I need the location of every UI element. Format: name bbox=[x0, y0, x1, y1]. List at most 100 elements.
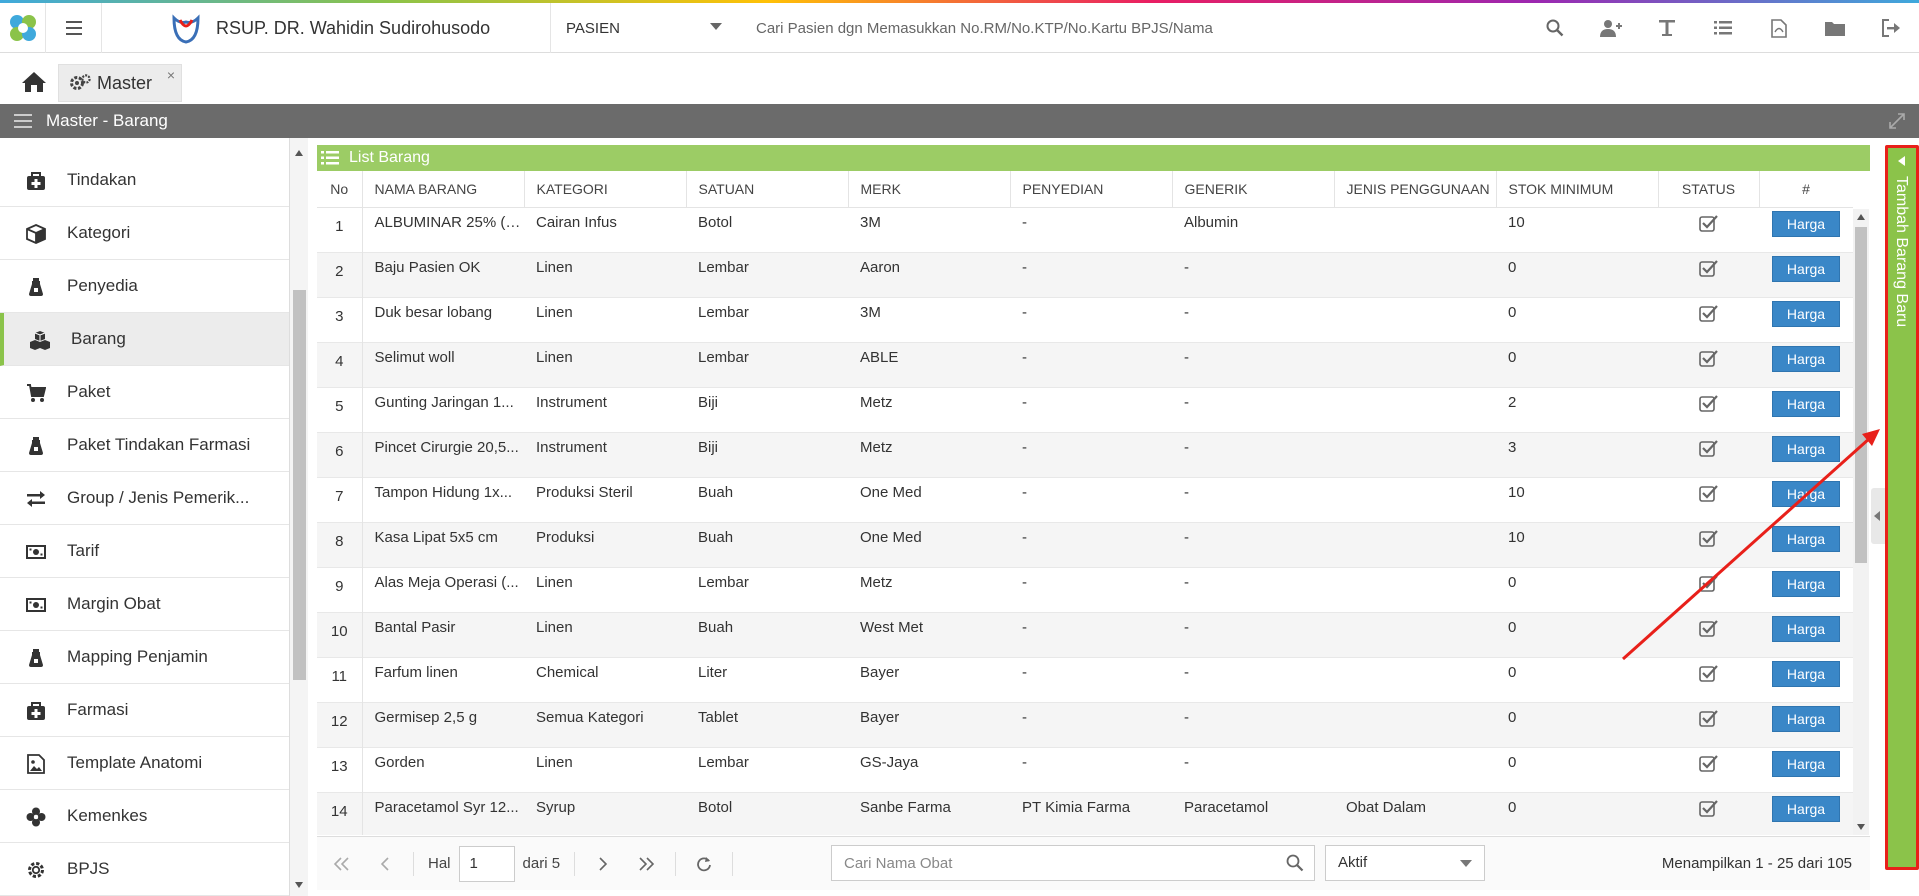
checkbox-checked-icon[interactable] bbox=[1698, 259, 1719, 281]
table-row[interactable]: 14 Paracetamol Syr 12... Syrup Botol Sanbe F… bbox=[317, 792, 1853, 835]
scroll-up-icon[interactable] bbox=[1857, 214, 1865, 220]
hamburger-icon[interactable] bbox=[14, 114, 32, 128]
list-button[interactable] bbox=[1695, 3, 1751, 53]
search-button[interactable] bbox=[1527, 3, 1583, 53]
sidebar-item-kategori[interactable]: Kategori bbox=[0, 207, 289, 260]
table-row[interactable]: 3 Duk besar lobang Linen Lembar 3M - - 0 Harga bbox=[317, 297, 1853, 342]
sidebar-item-paket[interactable]: Paket bbox=[0, 366, 289, 419]
last-page-button[interactable] bbox=[625, 844, 669, 884]
checkbox-checked-icon[interactable] bbox=[1698, 484, 1719, 506]
table-row[interactable]: 4 Selimut woll Linen Lembar ABLE - - 0 Harga bbox=[317, 342, 1853, 387]
menu-toggle-button[interactable] bbox=[46, 3, 102, 53]
sidebar-item-kemenkes[interactable]: Kemenkes bbox=[0, 790, 289, 843]
page-number-input[interactable] bbox=[458, 845, 515, 882]
sidebar-item-tarif[interactable]: Tarif bbox=[0, 525, 289, 578]
search-icon[interactable] bbox=[1286, 854, 1304, 872]
checkbox-checked-icon[interactable] bbox=[1698, 799, 1719, 821]
harga-button[interactable]: Harga bbox=[1772, 345, 1840, 372]
checkbox-checked-icon[interactable] bbox=[1698, 349, 1719, 371]
table-row[interactable]: 6 Pincet Cirurgie 20,5... Instrument Biji Me… bbox=[317, 432, 1853, 477]
sidebar-item-tindakan[interactable]: Tindakan bbox=[0, 154, 289, 207]
home-tab[interactable] bbox=[14, 66, 54, 98]
scroll-down-icon[interactable] bbox=[295, 882, 303, 888]
harga-button[interactable]: Harga bbox=[1772, 795, 1840, 822]
column-header[interactable]: SATUAN bbox=[686, 171, 849, 208]
module-select[interactable]: PASIEN bbox=[552, 3, 734, 53]
folder-button[interactable] bbox=[1807, 3, 1863, 53]
next-page-button[interactable] bbox=[581, 844, 625, 884]
column-header[interactable]: No bbox=[317, 171, 363, 208]
checkbox-checked-icon[interactable] bbox=[1698, 664, 1719, 686]
logout-button[interactable] bbox=[1863, 3, 1919, 53]
table-row[interactable]: 13 Gorden Linen Lembar GS-Jaya - - 0 Harga bbox=[317, 747, 1853, 792]
tab-master[interactable]: Master × bbox=[58, 64, 182, 102]
sidebar-item-margin-obat[interactable]: Margin Obat bbox=[0, 578, 289, 631]
column-header[interactable]: MERK bbox=[848, 171, 1011, 208]
harga-button[interactable]: Harga bbox=[1772, 750, 1840, 777]
table-scrollbar[interactable] bbox=[1853, 209, 1869, 835]
checkbox-checked-icon[interactable] bbox=[1698, 574, 1719, 596]
harga-button[interactable]: Harga bbox=[1772, 390, 1840, 417]
harga-button[interactable]: Harga bbox=[1772, 210, 1840, 237]
checkbox-checked-icon[interactable] bbox=[1698, 754, 1719, 776]
checkbox-checked-icon[interactable] bbox=[1698, 619, 1719, 641]
table-row[interactable]: 11 Farfum linen Chemical Liter Bayer - - 0 Harga bbox=[317, 657, 1853, 702]
sidebar-scrollbar[interactable] bbox=[290, 138, 308, 896]
checkbox-checked-icon[interactable] bbox=[1698, 304, 1719, 326]
collapse-panel-handle[interactable] bbox=[1871, 488, 1885, 544]
sidebar-item-template-anatomi[interactable]: Template Anatomi bbox=[0, 737, 289, 790]
sidebar-item-farmasi[interactable]: Farmasi bbox=[0, 684, 289, 737]
table-row[interactable]: 1 ALBUMINAR 25% (A... Cairan Infus Botol 3M -… bbox=[317, 207, 1853, 252]
first-page-button[interactable] bbox=[319, 844, 363, 884]
pdf-button[interactable] bbox=[1751, 3, 1807, 53]
checkbox-checked-icon[interactable] bbox=[1698, 709, 1719, 731]
checkbox-checked-icon[interactable] bbox=[1698, 439, 1719, 461]
harga-button[interactable]: Harga bbox=[1772, 480, 1840, 507]
table-row[interactable]: 12 Germisep 2,5 g Semua Kategori Tablet Baye… bbox=[317, 702, 1853, 747]
column-header[interactable]: STATUS bbox=[1658, 171, 1760, 208]
sidebar-item-mapping-penjamin[interactable]: Mapping Penjamin bbox=[0, 631, 289, 684]
checkbox-checked-icon[interactable] bbox=[1698, 529, 1719, 551]
table-row[interactable]: 5 Gunting Jaringan 1... Instrument Biji Metz… bbox=[317, 387, 1853, 432]
search-obat-input[interactable] bbox=[832, 846, 1272, 880]
harga-button[interactable]: Harga bbox=[1772, 300, 1840, 327]
prev-page-button[interactable] bbox=[363, 844, 407, 884]
expand-icon[interactable] bbox=[1889, 113, 1905, 129]
add-user-button[interactable] bbox=[1583, 3, 1639, 53]
scroll-down-icon[interactable] bbox=[1857, 824, 1865, 830]
column-header[interactable]: JENIS PENGGUNAAN bbox=[1334, 171, 1497, 208]
app-logo[interactable] bbox=[0, 3, 46, 53]
sidebar-item-paket-tindakan-farmasi[interactable]: Paket Tindakan Farmasi bbox=[0, 419, 289, 472]
column-header[interactable]: NAMA BARANG bbox=[362, 171, 525, 208]
harga-button[interactable]: Harga bbox=[1772, 435, 1840, 462]
status-filter-select[interactable]: Aktif bbox=[1325, 845, 1485, 881]
harga-button[interactable]: Harga bbox=[1772, 615, 1840, 642]
table-row[interactable]: 10 Bantal Pasir Linen Buah West Met - - 0 Harga bbox=[317, 612, 1853, 657]
table-row[interactable]: 9 Alas Meja Operasi (... Linen Lembar Metz - -… bbox=[317, 567, 1853, 612]
refresh-button[interactable] bbox=[682, 844, 726, 884]
scroll-up-icon[interactable] bbox=[295, 150, 303, 156]
scroll-thumb[interactable] bbox=[1855, 227, 1867, 563]
add-barang-panel-toggle[interactable]: Tambah Barang Baru bbox=[1885, 145, 1919, 870]
text-button[interactable] bbox=[1639, 3, 1695, 53]
harga-button[interactable]: Harga bbox=[1772, 570, 1840, 597]
column-header[interactable]: KATEGORI bbox=[524, 171, 687, 208]
sidebar-item-barang[interactable]: Barang bbox=[0, 313, 289, 366]
sidebar-item-group-jenis-pemerik[interactable]: Group / Jenis Pemerik... bbox=[0, 472, 289, 525]
table-row[interactable]: 8 Kasa Lipat 5x5 cm Produksi Buah One Med - - 1… bbox=[317, 522, 1853, 567]
patient-search-input[interactable] bbox=[756, 3, 1536, 53]
column-header[interactable]: GENERIK bbox=[1172, 171, 1335, 208]
harga-button[interactable]: Harga bbox=[1772, 255, 1840, 282]
sidebar-item-penyedia[interactable]: Penyedia bbox=[0, 260, 289, 313]
column-header[interactable]: PENYEDIAN bbox=[1010, 171, 1173, 208]
harga-button[interactable]: Harga bbox=[1772, 660, 1840, 687]
checkbox-checked-icon[interactable] bbox=[1698, 394, 1719, 416]
scroll-thumb[interactable] bbox=[293, 290, 306, 680]
table-row[interactable]: 7 Tampon Hidung 1x... Produksi Steril Buah O… bbox=[317, 477, 1853, 522]
table-row[interactable]: 2 Baju Pasien OK Linen Lembar Aaron - - 0 Harga bbox=[317, 252, 1853, 297]
sidebar-item-bpjs[interactable]: BPJS bbox=[0, 843, 289, 896]
column-header[interactable]: STOK MINIMUM bbox=[1496, 171, 1659, 208]
close-icon[interactable]: × bbox=[167, 67, 175, 83]
checkbox-checked-icon[interactable] bbox=[1698, 214, 1719, 236]
harga-button[interactable]: Harga bbox=[1772, 525, 1840, 552]
